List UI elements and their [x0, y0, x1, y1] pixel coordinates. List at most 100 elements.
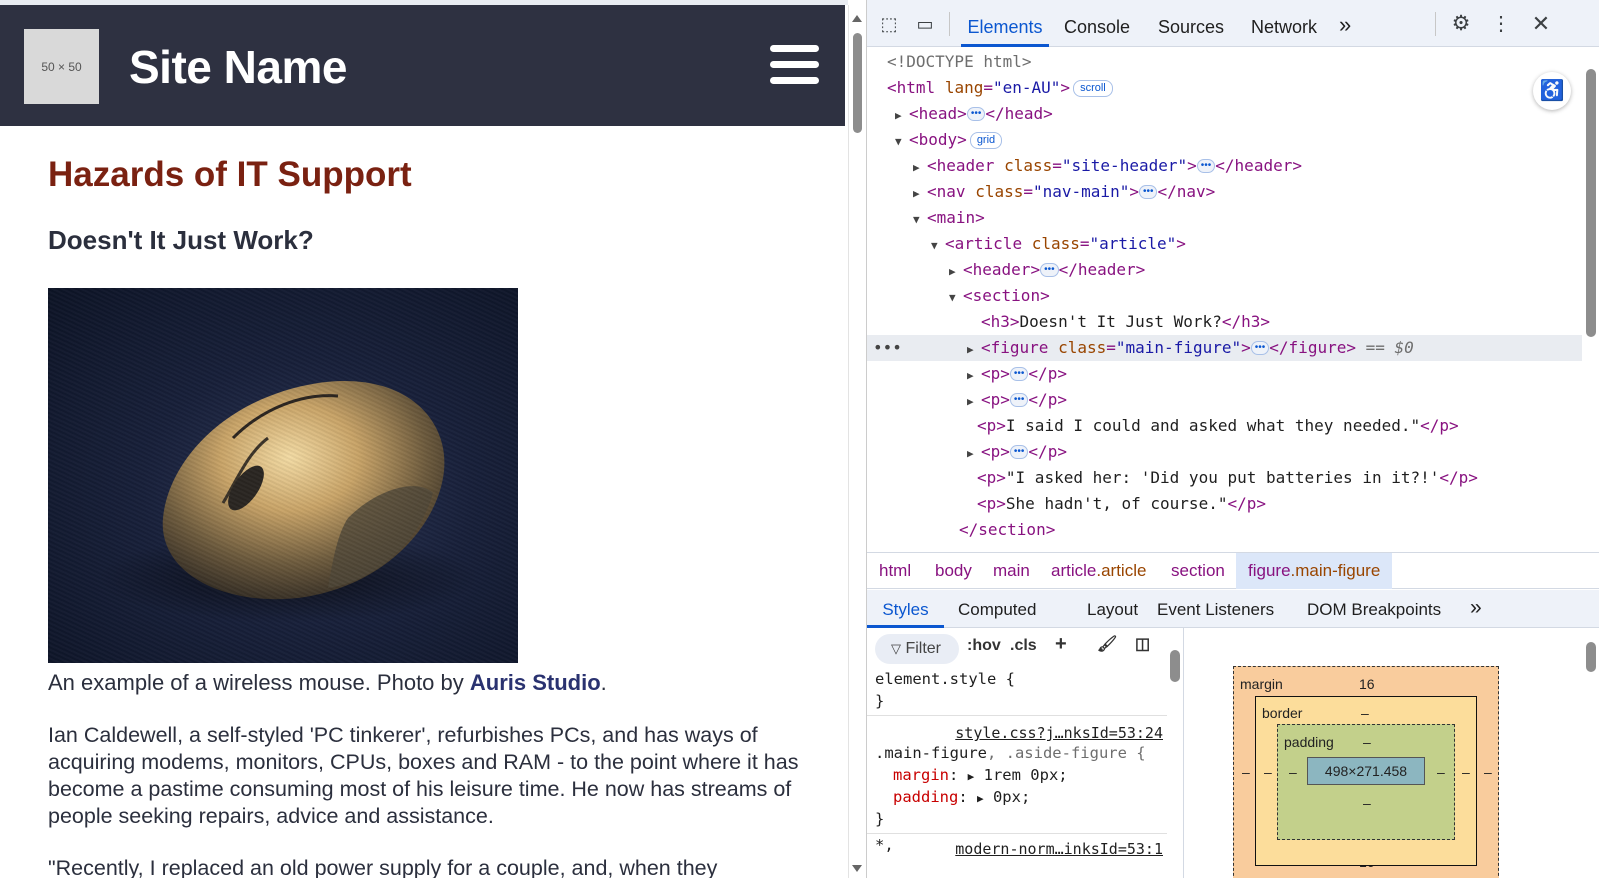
css-property-margin[interactable]: margin: ▶ 1rem 0px;: [893, 764, 1068, 788]
device-toolbar-icon[interactable]: ▭: [913, 13, 937, 35]
tab-console[interactable]: Console: [1064, 0, 1130, 47]
margin-top-value[interactable]: 16: [1359, 676, 1375, 692]
dom-node-doctype[interactable]: <!DOCTYPE html>: [867, 49, 1582, 75]
devtools-panel: ⬚ ▭ Elements Console Sources Network » ⚙…: [866, 0, 1599, 878]
dom-node-p[interactable]: <p>She hadn't, of course."</p>: [867, 491, 1582, 517]
settings-gear-icon[interactable]: ⚙: [1449, 13, 1473, 35]
breadcrumb-body[interactable]: body: [923, 553, 984, 589]
more-tabs-icon[interactable]: »: [1339, 0, 1351, 47]
dom-node-html[interactable]: <html lang="en-AU"> scroll: [867, 75, 1582, 101]
styles-subtabs: Styles Computed Layout Event Listeners D…: [867, 590, 1599, 628]
margin-right-value[interactable]: –: [1484, 764, 1492, 780]
tab-event-listeners[interactable]: Event Listeners: [1157, 590, 1274, 628]
border-left-value[interactable]: –: [1264, 764, 1272, 780]
tab-sources[interactable]: Sources: [1158, 0, 1224, 47]
dom-node-p[interactable]: <p>I said I could and asked what they ne…: [867, 413, 1582, 439]
dom-node-head[interactable]: ▶ <head> ••• </head>: [867, 101, 1582, 127]
more-subtabs-icon[interactable]: »: [1470, 590, 1482, 628]
border-label: border: [1262, 705, 1303, 721]
grid-badge[interactable]: grid: [969, 132, 1003, 149]
collapse-triangle-icon[interactable]: ▼: [895, 129, 909, 155]
hamburger-menu-icon[interactable]: [770, 43, 819, 85]
breadcrumb-section[interactable]: section: [1159, 553, 1237, 589]
css-selector[interactable]: *,: [875, 834, 894, 856]
dom-node-p[interactable]: ▶ <p> ••• </p>: [867, 361, 1582, 387]
node-actions-icon[interactable]: •••: [873, 335, 902, 361]
stylesheet-link[interactable]: style.css?j…nksId=53:24: [955, 722, 1163, 744]
dom-node-section[interactable]: ▼ <section>: [867, 283, 1582, 309]
stylesheet-link[interactable]: modern-norm…inksId=53:1: [955, 838, 1163, 860]
class-toggle-button[interactable]: .cls: [1010, 637, 1037, 655]
tab-computed[interactable]: Computed: [958, 590, 1036, 628]
dom-scrollbar[interactable]: [1582, 47, 1599, 552]
dom-node-body[interactable]: ▼ <body> grid: [867, 127, 1582, 153]
more-options-icon[interactable]: ⋮: [1489, 13, 1513, 35]
article-title: Hazards of IT Support: [48, 155, 412, 194]
box-model-pane: margin 16 16 – – border – – – – padding …: [1185, 628, 1599, 878]
tab-styles[interactable]: Styles: [867, 590, 944, 628]
box-model-scrollbar[interactable]: [1582, 628, 1599, 878]
css-property-padding[interactable]: padding: ▶ 0px;: [893, 786, 1030, 810]
scroll-thumb[interactable]: [853, 33, 862, 133]
page-scrollbar[interactable]: [848, 5, 865, 878]
filter-icon: ▽: [891, 641, 901, 656]
dom-node-article[interactable]: ▼ <article class="article">: [867, 231, 1582, 257]
tab-elements[interactable]: Elements: [961, 0, 1049, 47]
dom-node-main[interactable]: ▼ <main>: [867, 205, 1582, 231]
breadcrumb-figure[interactable]: figure.main-figure: [1236, 553, 1393, 589]
accessibility-tree-icon[interactable]: ♿: [1533, 72, 1571, 110]
breadcrumb-html[interactable]: html: [867, 553, 923, 589]
breadcrumb: html body main article.article section f…: [867, 552, 1599, 589]
article-paragraph: Ian Caldewell, a self-styled 'PC tinkere…: [48, 723, 799, 828]
breadcrumb-article[interactable]: article.article: [1039, 553, 1158, 589]
dom-node-h3[interactable]: <h3>Doesn't It Just Work?</h3>: [867, 309, 1582, 335]
page-viewport: 50 × 50 Site Name Hazards of IT Support …: [0, 0, 848, 878]
paint-brush-icon[interactable]: 🖌: [1097, 634, 1117, 654]
new-style-rule-icon[interactable]: +: [1055, 633, 1067, 656]
styles-pane: ▽ Filter :hov .cls + 🖌 ◫ element.style {…: [867, 628, 1184, 878]
expand-triangle-icon[interactable]: ▶: [895, 103, 909, 129]
site-header: 50 × 50 Site Name: [0, 5, 845, 126]
dom-node-p[interactable]: <p>"I asked her: 'Did you put batteries …: [867, 465, 1582, 491]
dom-tree: <!DOCTYPE html> <html lang="en-AU"> scrol…: [867, 47, 1582, 552]
site-logo[interactable]: 50 × 50: [24, 29, 99, 104]
padding-label: padding: [1284, 734, 1334, 750]
article-subtitle: Doesn't It Just Work?: [48, 225, 314, 255]
element-style-rule[interactable]: element.style {: [875, 668, 1015, 690]
tab-dom-breakpoints[interactable]: DOM Breakpoints: [1307, 590, 1441, 628]
border-top-value[interactable]: –: [1361, 705, 1369, 721]
dom-node-nav[interactable]: ▶ <nav class="nav-main"> ••• </nav>: [867, 179, 1582, 205]
inspect-element-icon[interactable]: ⬚: [877, 13, 901, 35]
photo-credit-link[interactable]: Auris Studio: [470, 670, 601, 695]
padding-bottom-value[interactable]: –: [1363, 795, 1371, 811]
dom-node-figure-selected[interactable]: ••• ▶ <figure class="main-figure"> ••• </fig…: [867, 335, 1582, 361]
devtools-toolbar: ⬚ ▭ Elements Console Sources Network » ⚙…: [867, 0, 1599, 47]
toggle-sidebar-icon[interactable]: ◫: [1135, 634, 1150, 654]
dom-node-section-close[interactable]: </section>: [867, 517, 1582, 543]
site-name[interactable]: Site Name: [129, 40, 347, 94]
dom-node-p[interactable]: ▶ <p> ••• </p>: [867, 439, 1582, 465]
scroll-up-arrow-icon[interactable]: [852, 15, 862, 22]
article-paragraph: "Recently, I replaced an old power suppl…: [48, 856, 718, 878]
scroll-badge[interactable]: scroll: [1073, 80, 1113, 97]
padding-left-value[interactable]: –: [1289, 764, 1297, 780]
hover-state-button[interactable]: :hov: [967, 637, 1001, 655]
wireless-mouse-photo: [48, 288, 518, 663]
margin-left-value[interactable]: –: [1242, 764, 1250, 780]
tab-network[interactable]: Network: [1251, 0, 1317, 47]
close-devtools-icon[interactable]: ✕: [1529, 13, 1553, 35]
dom-node-header[interactable]: ▶ <header class="site-header"> ••• </header…: [867, 153, 1582, 179]
styles-filter-input[interactable]: ▽ Filter: [875, 634, 959, 664]
tab-layout[interactable]: Layout: [1087, 590, 1138, 628]
dom-node-inner-header[interactable]: ▶ <header> ••• </header>: [867, 257, 1582, 283]
figure-caption: An example of a wireless mouse. Photo by…: [48, 670, 607, 695]
dom-node-p[interactable]: ▶ <p> ••• </p>: [867, 387, 1582, 413]
padding-top-value[interactable]: –: [1363, 734, 1371, 750]
styles-scrollbar[interactable]: [1167, 628, 1183, 878]
css-selector[interactable]: .main-figure, .aside-figure {: [875, 742, 1146, 764]
scroll-down-arrow-icon[interactable]: [852, 865, 862, 872]
padding-right-value[interactable]: –: [1437, 764, 1445, 780]
box-model-content[interactable]: 498×271.458: [1307, 757, 1425, 785]
breadcrumb-main[interactable]: main: [981, 553, 1042, 589]
border-right-value[interactable]: –: [1462, 764, 1470, 780]
